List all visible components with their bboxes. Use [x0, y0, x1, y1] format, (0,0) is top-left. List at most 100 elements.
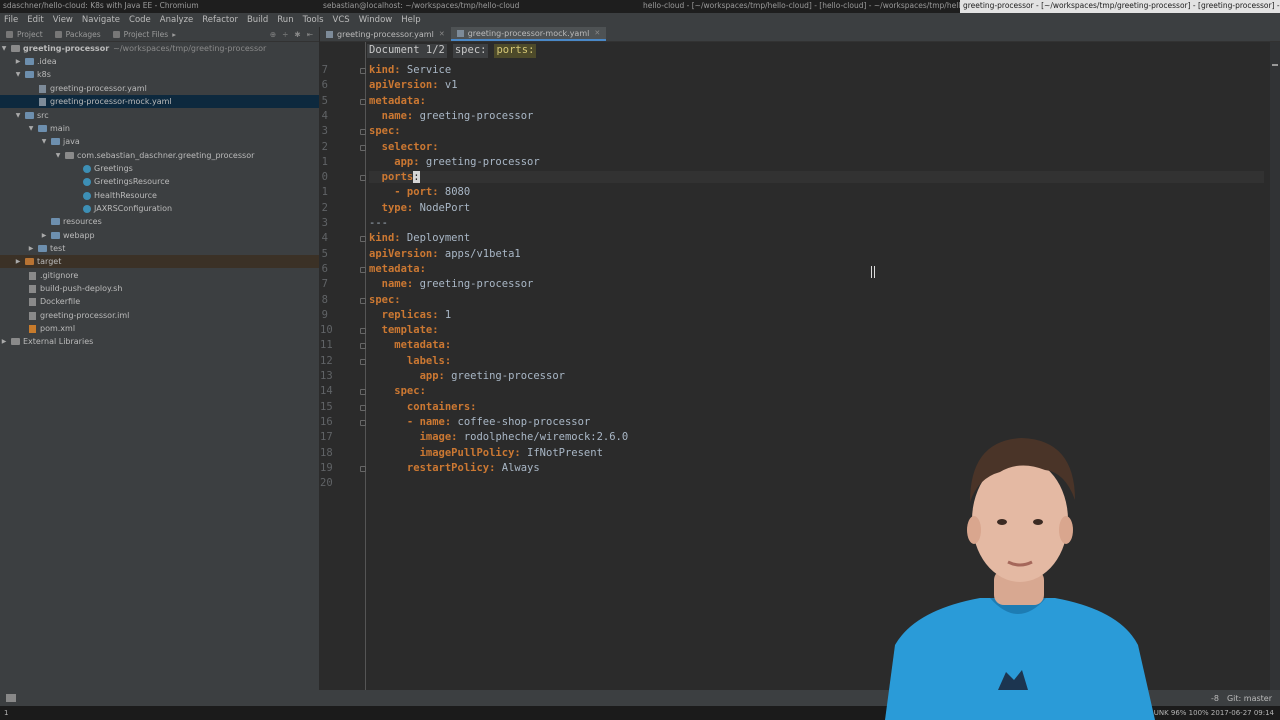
fold-marker-icon[interactable]: [360, 389, 366, 396]
collapse-icon[interactable]: ⇤: [307, 30, 313, 39]
code-line[interactable]: ---: [369, 217, 388, 229]
code-line[interactable]: app: greeting-processor: [369, 156, 539, 168]
encoding-indicator[interactable]: -8: [1211, 694, 1219, 703]
tree-item-src[interactable]: ▼ src: [0, 109, 319, 122]
fold-marker-icon[interactable]: [360, 465, 366, 472]
code-line[interactable]: selector:: [369, 141, 439, 153]
breadcrumb-document[interactable]: Document 1/2: [367, 44, 447, 58]
tree-item-java[interactable]: ▼ java: [0, 135, 319, 148]
code-line[interactable]: spec:: [369, 385, 426, 397]
code-line[interactable]: - port: 8080: [369, 186, 470, 198]
code-line[interactable]: labels:: [369, 355, 451, 367]
fold-marker-icon[interactable]: [360, 144, 366, 151]
tree-item-dockerfile[interactable]: Dockerfile: [0, 295, 319, 308]
code-line[interactable]: containers:: [369, 401, 477, 413]
breadcrumb-ports[interactable]: ports:: [494, 44, 537, 58]
expand-arrow-icon[interactable]: ▶: [14, 58, 22, 65]
fold-marker-icon[interactable]: [360, 358, 366, 365]
code-line[interactable]: spec:: [369, 125, 401, 137]
fold-marker-icon[interactable]: [360, 175, 366, 182]
fold-marker-icon[interactable]: [360, 98, 366, 105]
fold-marker-icon[interactable]: [360, 328, 366, 335]
fold-marker-icon[interactable]: [360, 343, 366, 350]
split-icon[interactable]: ÷: [282, 30, 288, 39]
code-line[interactable]: kind: Service: [369, 64, 451, 76]
code-line[interactable]: app: greeting-processor: [369, 370, 565, 382]
expand-arrow-icon[interactable]: ▼: [0, 45, 8, 52]
os-title-chromium[interactable]: sdaschner/hello-cloud: K8s with Java EE …: [0, 0, 320, 13]
editor-tab-greeting-processor-yaml[interactable]: greeting-processor.yaml ✕: [320, 27, 451, 41]
tab-project-files[interactable]: Project Files ▸: [112, 30, 176, 39]
breadcrumb-spec[interactable]: spec:: [452, 44, 489, 58]
tree-item-k8s[interactable]: ▼ k8s: [0, 68, 319, 81]
code-line[interactable]: name: greeting-processor: [369, 278, 534, 290]
dropdown-arrow-icon[interactable]: ▸: [172, 30, 176, 39]
menu-navigate[interactable]: Navigate: [82, 15, 120, 25]
code-line[interactable]: name: greeting-processor: [369, 110, 534, 122]
menu-build[interactable]: Build: [247, 15, 268, 25]
code-line[interactable]: template:: [369, 324, 439, 336]
menu-help[interactable]: Help: [401, 15, 420, 25]
close-icon[interactable]: ✕: [594, 29, 600, 37]
os-title-greeting-processor[interactable]: greeting-processor - [~/workspaces/tmp/g…: [960, 0, 1280, 13]
code-line[interactable]: image: rodolpheche/wiremock:2.6.0: [369, 431, 629, 443]
code-line[interactable]: metadata:: [369, 263, 426, 275]
code-line[interactable]: spec:: [369, 294, 401, 306]
code-line[interactable]: - name: coffee-shop-processor: [369, 416, 590, 428]
tree-item-webapp[interactable]: ▶ webapp: [0, 229, 319, 242]
os-title-hello-cloud[interactable]: hello-cloud - [~/workspaces/tmp/hello-cl…: [640, 0, 960, 13]
code-line[interactable]: metadata:: [369, 95, 426, 107]
menu-analyze[interactable]: Analyze: [160, 15, 194, 25]
target-icon[interactable]: ⊕: [270, 30, 276, 39]
fold-marker-icon[interactable]: [360, 236, 366, 243]
tree-item-greetings-resource[interactable]: GreetingsResource: [0, 175, 319, 188]
menu-refactor[interactable]: Refactor: [202, 15, 238, 25]
tree-item-test[interactable]: ▶ test: [0, 242, 319, 255]
collapse-arrow-icon[interactable]: ▼: [14, 112, 22, 119]
tree-item-main[interactable]: ▼ main: [0, 122, 319, 135]
menu-tools[interactable]: Tools: [303, 15, 324, 25]
code-line[interactable]: metadata:: [369, 339, 451, 351]
workspace-number[interactable]: 1: [0, 709, 8, 717]
tree-item-greeting-processor-yaml[interactable]: greeting-processor.yaml: [0, 82, 319, 95]
collapse-arrow-icon[interactable]: ▼: [14, 71, 22, 78]
fold-marker-icon[interactable]: [360, 68, 366, 74]
editor-tab-greeting-processor-mock-yaml[interactable]: greeting-processor-mock.yaml ✕: [450, 27, 607, 41]
fold-marker-icon[interactable]: [360, 266, 366, 273]
expand-arrow-icon[interactable]: ▶: [40, 232, 48, 239]
expand-arrow-icon[interactable]: ▶: [0, 338, 8, 345]
tree-item-idea[interactable]: ▶ .idea: [0, 55, 319, 68]
tree-item-build-push-deploy[interactable]: build-push-deploy.sh: [0, 282, 319, 295]
tree-item-iml[interactable]: greeting-processor.iml: [0, 309, 319, 322]
code-line[interactable]: apiVersion: v1: [369, 79, 458, 91]
tree-item-greetings[interactable]: Greetings: [0, 162, 319, 175]
code-line[interactable]: kind: Deployment: [369, 232, 470, 244]
menu-file[interactable]: File: [4, 15, 18, 25]
menu-view[interactable]: View: [53, 15, 73, 25]
code-line[interactable]: imagePullPolicy: IfNotPresent: [369, 447, 603, 459]
menu-code[interactable]: Code: [129, 15, 151, 25]
tree-item-gitignore[interactable]: .gitignore: [0, 269, 319, 282]
tool-windows-icon[interactable]: [6, 694, 16, 702]
tree-item-greeting-processor-mock-yaml[interactable]: greeting-processor-mock.yaml: [0, 95, 319, 108]
tree-item-package[interactable]: ▼ com.sebastian_daschner.greeting_proces…: [0, 149, 319, 162]
editor-scrollbar[interactable]: [1270, 42, 1280, 690]
tree-item-pom[interactable]: pom.xml: [0, 322, 319, 335]
gear-icon[interactable]: ✱: [294, 30, 300, 39]
tree-item-resources[interactable]: resources: [0, 215, 319, 228]
close-icon[interactable]: ✕: [439, 30, 445, 38]
os-title-terminal[interactable]: sebastian@localhost: ~/workspaces/tmp/he…: [320, 0, 640, 13]
expand-arrow-icon[interactable]: ▶: [14, 258, 22, 265]
git-branch[interactable]: Git: master: [1227, 694, 1272, 703]
tree-item-jaxrs-configuration[interactable]: JAXRSConfiguration: [0, 202, 319, 215]
fold-marker-icon[interactable]: [360, 419, 366, 426]
code-line[interactable]: restartPolicy: Always: [369, 462, 540, 474]
collapse-arrow-icon[interactable]: ▼: [40, 138, 48, 145]
code-line[interactable]: type: NodePort: [369, 202, 471, 214]
tree-root[interactable]: ▼ greeting-processor ~/workspaces/tmp/gr…: [0, 42, 319, 55]
tab-project[interactable]: Project: [6, 30, 43, 39]
tree-item-external-libraries[interactable]: ▶ External Libraries: [0, 335, 319, 348]
code-line[interactable]: ports:: [369, 171, 1264, 184]
expand-arrow-icon[interactable]: ▶: [27, 245, 35, 252]
fold-marker-icon[interactable]: [360, 404, 366, 411]
